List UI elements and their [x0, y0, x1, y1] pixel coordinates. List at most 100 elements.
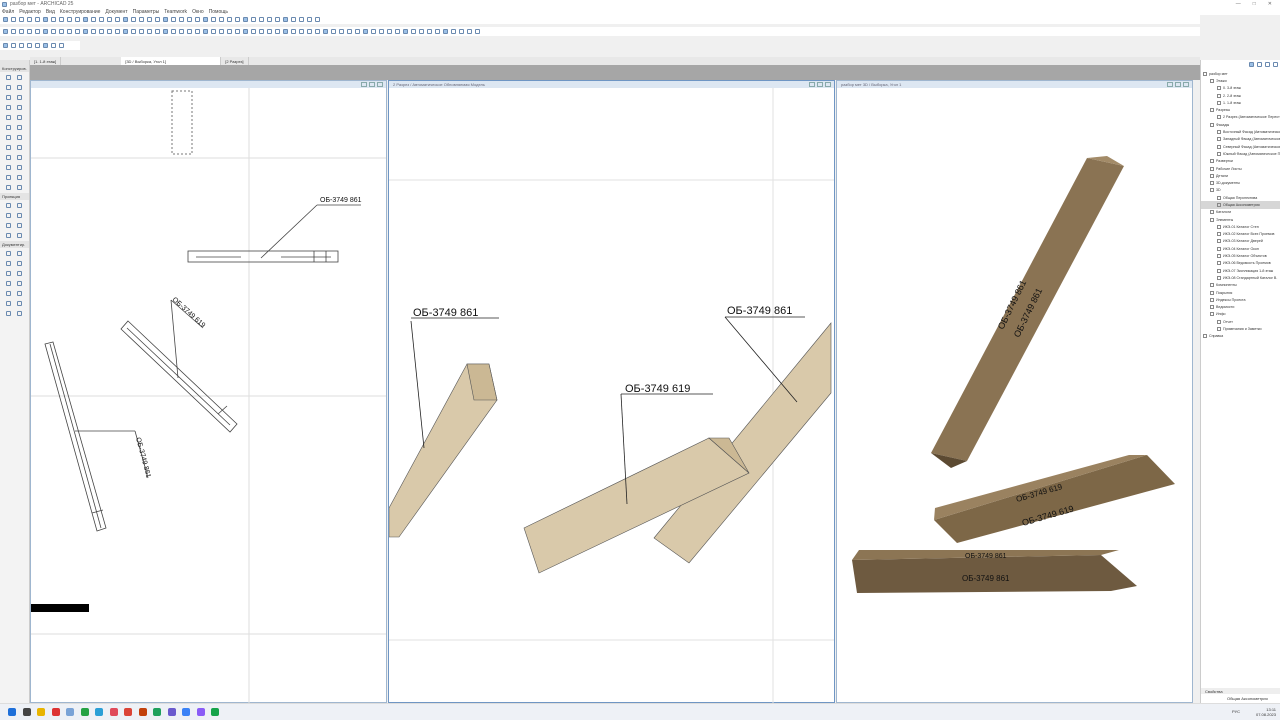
toolbar-button-icon[interactable] — [195, 17, 200, 22]
toolbar-button-icon[interactable] — [331, 29, 336, 34]
menu-view[interactable]: Вид — [46, 9, 55, 15]
navigator-item[interactable]: 3D — [1201, 187, 1280, 194]
toolbar-button-icon[interactable] — [259, 17, 264, 22]
tool-icon[interactable] — [17, 291, 22, 296]
tab-3d[interactable]: [3D / Выборка, Угол 1] — [121, 57, 222, 65]
toolbar-button-icon[interactable] — [363, 29, 368, 34]
toolbar-button-icon[interactable] — [83, 17, 88, 22]
tool-icon[interactable] — [17, 135, 22, 140]
navigator-item[interactable]: Покрытия — [1201, 289, 1280, 296]
navigator-item[interactable]: ИКЭ-04 Каталог Окон — [1201, 245, 1280, 252]
toolbar-button-icon[interactable] — [27, 17, 32, 22]
tool-icon[interactable] — [6, 261, 11, 266]
toolbar-button-icon[interactable] — [11, 17, 16, 22]
navigator-item[interactable]: Компоненты — [1201, 282, 1280, 289]
navigator-item[interactable]: Справка — [1201, 333, 1280, 340]
toolbar-button-icon[interactable] — [3, 29, 8, 34]
tool-icon[interactable] — [17, 311, 22, 316]
toolbar-button-icon[interactable] — [139, 29, 144, 34]
navigator-item[interactable]: Детали — [1201, 172, 1280, 179]
toolbar-button-icon[interactable] — [411, 29, 416, 34]
toolbar-button-icon[interactable] — [115, 29, 120, 34]
toolbar-button-icon[interactable] — [307, 29, 312, 34]
toolbox-section-design[interactable]: Конструиров. — [0, 60, 29, 72]
toolbar-button-icon[interactable] — [19, 17, 24, 22]
toolbar-button-icon[interactable] — [387, 29, 392, 34]
toolbar-button-icon[interactable] — [91, 29, 96, 34]
toolbar-button-icon[interactable] — [283, 17, 288, 22]
toolbar-button-icon[interactable] — [267, 17, 272, 22]
toolbar-button-icon[interactable] — [163, 17, 168, 22]
taskbar-app-icon[interactable] — [8, 708, 16, 716]
navigator-item[interactable]: 2. 2-й этаж — [1201, 92, 1280, 99]
tool-icon[interactable] — [6, 301, 11, 306]
toolbar-button-icon[interactable] — [107, 17, 112, 22]
toolbar-button-icon[interactable] — [475, 29, 480, 34]
navigator-item[interactable]: ИКЭ-07 Экспликация 1-й этаж — [1201, 267, 1280, 274]
3d-canvas[interactable]: ОБ-3749 861 ОБ-3749 861 ОБ-3749 619 ОБ-3… — [837, 88, 1192, 703]
tool-icon[interactable] — [17, 233, 22, 238]
toolbar-button-icon[interactable] — [187, 17, 192, 22]
tool-icon[interactable] — [17, 261, 22, 266]
toolbar-button-icon[interactable] — [43, 17, 48, 22]
toolbar-button-icon[interactable] — [451, 29, 456, 34]
toolbar-button-icon[interactable] — [91, 17, 96, 22]
floor-plan-window[interactable]: ОБ-3749 861 ОБ-3749 619 ОБ-3749 861 — [30, 80, 387, 703]
navigator-item[interactable]: 3D-документы — [1201, 179, 1280, 186]
toolbar-button-icon[interactable] — [355, 29, 360, 34]
tool-icon[interactable] — [6, 271, 11, 276]
navigator-item[interactable]: Этажи — [1201, 77, 1280, 84]
toolbar-button-icon[interactable] — [59, 29, 64, 34]
tool-icon[interactable] — [17, 223, 22, 228]
taskbar-app-icon[interactable] — [182, 708, 190, 716]
taskbar-app-icon[interactable] — [153, 708, 161, 716]
maximize-button[interactable] — [369, 82, 375, 87]
toolbar-button-icon[interactable] — [67, 29, 72, 34]
menu-window[interactable]: Окно — [192, 9, 204, 15]
toolbar-button-icon[interactable] — [275, 29, 280, 34]
publisher-icon[interactable] — [1273, 62, 1278, 67]
tool-icon[interactable] — [17, 145, 22, 150]
minimize-button[interactable]: — — [1236, 1, 1241, 7]
toolbar-button-icon[interactable] — [283, 29, 288, 34]
tool-icon[interactable] — [6, 105, 11, 110]
tool-icon[interactable] — [6, 251, 11, 256]
minimize-button[interactable] — [809, 82, 815, 87]
toolbar-button-icon[interactable] — [59, 17, 64, 22]
toolbar-button-icon[interactable] — [219, 29, 224, 34]
close-button[interactable] — [377, 82, 383, 87]
properties-header[interactable]: Свойства — [1201, 688, 1280, 694]
maximize-button[interactable] — [1175, 82, 1181, 87]
tool-icon[interactable] — [6, 311, 11, 316]
navigator-item[interactable]: ИКЭ-05 Каталог Объектов — [1201, 252, 1280, 259]
tool-icon[interactable] — [17, 175, 22, 180]
toolbar-button-icon[interactable] — [11, 29, 16, 34]
tool-icon[interactable] — [6, 213, 11, 218]
toolbar-button-icon[interactable] — [403, 29, 408, 34]
navigator-item[interactable]: Индексы Проекта — [1201, 296, 1280, 303]
toolbar-button-icon[interactable] — [123, 29, 128, 34]
tool-icon[interactable] — [6, 281, 11, 286]
tool-icon[interactable] — [17, 85, 22, 90]
taskbar-app-icon[interactable] — [37, 708, 45, 716]
navigator-item[interactable]: Северный Фасад (Автоматическое) — [1201, 143, 1280, 150]
tool-icon[interactable] — [6, 115, 11, 120]
menu-file[interactable]: Файл — [2, 9, 14, 15]
toolbar-button-icon[interactable] — [203, 17, 208, 22]
tool-icon[interactable] — [6, 145, 11, 150]
toolbar-button-icon[interactable] — [211, 29, 216, 34]
toolbar-button-icon[interactable] — [83, 29, 88, 34]
tool-icon[interactable] — [6, 75, 11, 80]
toolbar-button-icon[interactable] — [235, 17, 240, 22]
taskbar-app-icon[interactable] — [80, 708, 89, 716]
3d-window[interactable]: разбор мет 3D / Выборка, Угол 1 ОБ-3749 … — [836, 80, 1193, 703]
navigator-item[interactable]: ИКЭ-02 Каталог Всех Проемов — [1201, 231, 1280, 238]
navigator-item[interactable]: ИКЭ-01 Каталог Стен — [1201, 223, 1280, 230]
tool-icon[interactable] — [17, 271, 22, 276]
toolbar-button-icon[interactable] — [171, 17, 176, 22]
taskbar-app-icon[interactable] — [167, 708, 176, 716]
navigator-item[interactable]: ИКЭ-08 Стандартный Каталог В. — [1201, 274, 1280, 281]
tool-icon[interactable] — [17, 301, 22, 306]
navigator-item[interactable]: 1. 1-й этаж — [1201, 99, 1280, 106]
tool-icon[interactable] — [6, 85, 11, 90]
